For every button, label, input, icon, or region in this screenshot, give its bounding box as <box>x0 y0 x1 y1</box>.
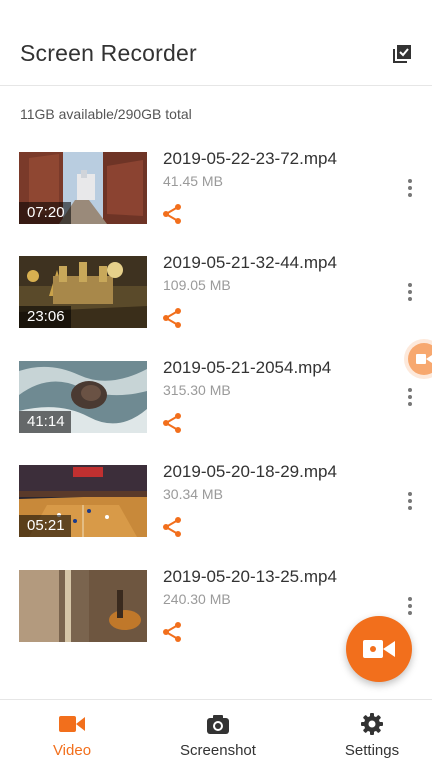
video-size: 109.05 MB <box>163 277 231 293</box>
video-thumbnail[interactable]: 05:21 <box>19 465 147 537</box>
video-size: 240.30 MB <box>163 591 231 607</box>
nav-screenshot-label: Screenshot <box>180 742 256 759</box>
video-duration: 41:14 <box>19 411 71 433</box>
nav-settings[interactable]: Settings <box>338 700 406 768</box>
more-options-button[interactable] <box>400 491 420 511</box>
nav-screenshot[interactable]: Screenshot <box>172 700 264 768</box>
share-icon[interactable] <box>161 621 183 643</box>
video-size: 41.45 MB <box>163 173 223 189</box>
video-thumbnail[interactable] <box>19 570 147 642</box>
share-icon[interactable] <box>161 412 183 434</box>
record-fab-button[interactable] <box>346 616 412 682</box>
nav-video-label: Video <box>52 742 92 759</box>
more-options-button[interactable] <box>400 178 420 198</box>
video-filename: 2019-05-21-32-44.mp4 <box>163 253 337 272</box>
more-options-button[interactable] <box>400 282 420 302</box>
camera-icon <box>207 715 229 734</box>
video-size: 315.30 MB <box>163 382 231 398</box>
video-duration: 05:21 <box>19 515 71 537</box>
select-mode-button[interactable] <box>390 42 414 66</box>
more-options-button[interactable] <box>400 596 420 616</box>
more-vertical-icon <box>408 492 412 510</box>
video-duration: 07:20 <box>19 202 71 224</box>
video-thumbnail[interactable]: 41:14 <box>19 361 147 433</box>
floating-recorder-bubble[interactable] <box>408 343 432 375</box>
video-filename: 2019-05-21-2054.mp4 <box>163 358 332 377</box>
video-camera-icon <box>416 354 432 364</box>
share-icon[interactable] <box>161 203 183 225</box>
app-title: Screen Recorder <box>20 40 197 66</box>
video-filename: 2019-05-20-18-29.mp4 <box>163 462 337 481</box>
more-vertical-icon <box>408 388 412 406</box>
video-size: 30.34 MB <box>163 486 223 502</box>
nav-video[interactable]: Video <box>44 700 100 768</box>
video-item[interactable]: 07:20 2019-05-22-23-72.mp4 41.45 MB <box>0 140 432 244</box>
video-item[interactable]: 05:21 2019-05-20-18-29.mp4 30.34 MB <box>0 453 432 557</box>
video-thumbnail[interactable]: 07:20 <box>19 152 147 224</box>
video-duration: 23:06 <box>19 306 71 328</box>
video-camera-icon <box>59 716 85 732</box>
video-filename: 2019-05-22-23-72.mp4 <box>163 149 337 168</box>
more-vertical-icon <box>408 283 412 301</box>
gear-icon <box>361 713 383 735</box>
video-filename: 2019-05-20-13-25.mp4 <box>163 567 337 586</box>
video-item[interactable]: 23:06 2019-05-21-32-44.mp4 109.05 MB <box>0 244 432 348</box>
checkbox-stack-icon <box>393 45 411 63</box>
video-item[interactable]: 41:14 2019-05-21-2054.mp4 315.30 MB <box>0 349 432 453</box>
share-icon[interactable] <box>161 307 183 329</box>
app-bar: Screen Recorder <box>0 0 432 86</box>
share-icon[interactable] <box>161 516 183 538</box>
more-options-button[interactable] <box>400 387 420 407</box>
video-camera-icon <box>363 640 395 658</box>
more-vertical-icon <box>408 179 412 197</box>
more-vertical-icon <box>408 597 412 615</box>
storage-info: 11GB available/290GB total <box>20 106 192 122</box>
nav-settings-label: Settings <box>344 742 400 759</box>
video-thumbnail[interactable]: 23:06 <box>19 256 147 328</box>
bottom-navigation: Video Screenshot Settings <box>0 699 432 768</box>
